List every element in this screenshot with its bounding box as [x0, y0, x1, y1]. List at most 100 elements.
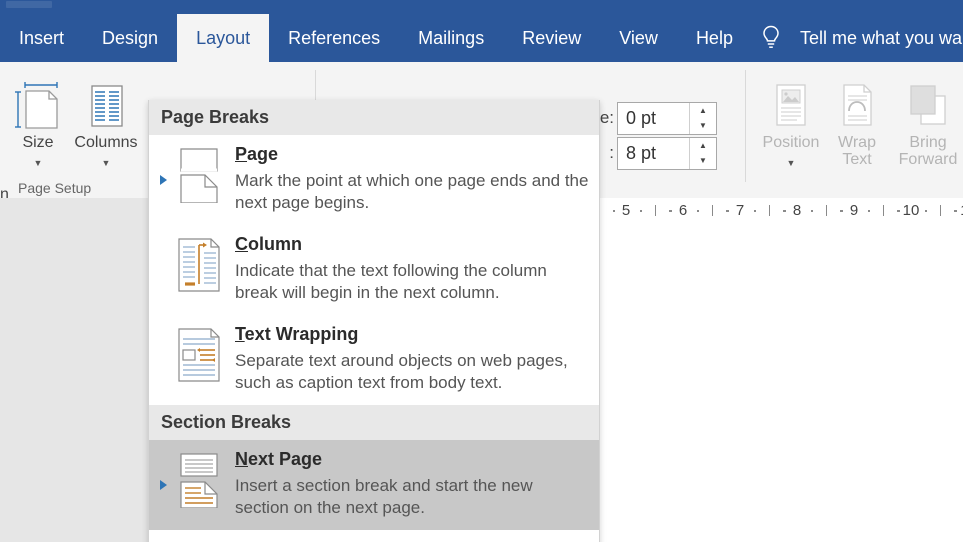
bring-forward-button: Bring Forward: [893, 76, 963, 169]
menu-item-description: Mark the point at which one page ends an…: [235, 170, 589, 213]
page-break-icon: [169, 145, 229, 203]
menu-item-pointer: [157, 480, 169, 491]
spacing-after-spin-buttons[interactable]: ▲ ▼: [689, 138, 716, 169]
tab-review[interactable]: Review: [503, 14, 600, 62]
menu-item-title: Next Page: [235, 449, 323, 470]
ruler-half-tick: [825, 205, 827, 216]
menu-item-body: Column Indicate that the text following t…: [229, 234, 589, 305]
wrap-text-button-label-1: Wrap: [838, 134, 876, 151]
menu-item-next-page[interactable]: Next Page Insert a section break and star…: [149, 440, 599, 531]
tab-help[interactable]: Help: [677, 14, 752, 62]
page-setup-group-label: Page Setup: [18, 180, 92, 196]
tab-label: Insert: [19, 28, 65, 48]
tab-label: References: [288, 28, 381, 48]
tab-insert[interactable]: Insert: [0, 14, 83, 62]
ruler-half-tick: [939, 205, 941, 216]
quick-access-toolbar-partial: [6, 1, 52, 8]
ruler-number: 5: [621, 202, 631, 219]
chevron-down-icon[interactable]: ▼: [6, 158, 70, 168]
menu-item-body: Page Mark the point at which one page end…: [229, 144, 589, 215]
ruler-quarter-tick: [697, 210, 700, 212]
word-window: Insert Design Layout References Mailings…: [0, 0, 963, 542]
breaks-dropdown-menu[interactable]: Page Breaks Page Mark the point at which …: [148, 100, 600, 542]
ruler-half-tick: [768, 205, 770, 216]
ruler-half-tick: [711, 205, 713, 216]
menu-item-text-wrapping[interactable]: Text Wrapping Separate text around object…: [149, 315, 599, 405]
ruler-quarter-tick: [898, 210, 900, 212]
document-area-left: [0, 198, 148, 542]
columns-button-label: Columns: [74, 134, 138, 151]
ruler-number: 9: [849, 202, 859, 219]
spin-down-icon[interactable]: ▼: [690, 154, 716, 170]
wrap-text-button: Wrap Text: [825, 76, 889, 169]
column-break-icon: [169, 235, 229, 293]
ruler-half-tick: [882, 205, 884, 216]
group-separator: [745, 70, 746, 182]
ruler-quarter-tick: [670, 210, 672, 212]
ruler-half-tick: [654, 205, 656, 216]
bring-forward-icon: [893, 76, 963, 132]
ruler-quarter-tick: [640, 210, 643, 212]
menu-item-description: Indicate that the text following the col…: [235, 260, 547, 303]
menu-item-description: Insert a section break and start the new…: [235, 475, 533, 518]
size-button-label: Size: [22, 134, 54, 151]
wrap-text-icon: [825, 76, 889, 132]
document-page[interactable]: [600, 224, 963, 542]
columns-icon: [74, 76, 138, 132]
menu-item-title: Column: [235, 234, 302, 255]
menu-section-header: Section Breaks: [149, 405, 599, 441]
page-size-icon: [6, 76, 70, 132]
tab-label: Help: [695, 28, 733, 48]
menu-item-page[interactable]: Page Mark the point at which one page end…: [149, 135, 599, 225]
columns-button[interactable]: Columns ▼: [74, 76, 138, 168]
tell-me-label: Tell me what you wa: [800, 27, 963, 48]
tab-label: Review: [522, 28, 582, 48]
spin-down-icon[interactable]: ▼: [690, 119, 716, 135]
position-button: Position ▼: [759, 76, 823, 168]
tab-view[interactable]: View: [600, 14, 677, 62]
tab-references[interactable]: References: [269, 14, 399, 62]
ruler-number: 6: [678, 202, 688, 219]
tell-me-search[interactable]: Tell me what you wa: [760, 14, 962, 62]
spacing-after-stepper[interactable]: 8 pt ▲ ▼: [617, 137, 717, 170]
ruler-quarter-tick: [925, 210, 928, 212]
position-object-icon: [759, 76, 823, 132]
ruler-quarter-tick: [955, 210, 957, 212]
tab-design[interactable]: Design: [83, 14, 177, 62]
position-button-label: Position: [762, 134, 820, 151]
ruler-number: 7: [735, 202, 745, 219]
tab-label: Layout: [196, 28, 251, 48]
menu-item-column[interactable]: Column Indicate that the text following t…: [149, 225, 599, 315]
spacing-after-value[interactable]: 8 pt: [618, 138, 689, 169]
menu-item-body: Next Page Insert a section break and star…: [229, 449, 589, 520]
tab-label: Mailings: [418, 28, 485, 48]
tab-layout[interactable]: Layout: [177, 14, 270, 62]
spacing-before-spin-buttons[interactable]: ▲ ▼: [689, 103, 716, 134]
spacing-before-stepper[interactable]: 0 pt ▲ ▼: [617, 102, 717, 135]
menu-item-title: Page: [235, 144, 279, 164]
chevron-down-icon[interactable]: ▼: [74, 158, 138, 168]
tab-label: Design: [102, 28, 159, 48]
ribbon-tab-bar: Insert Design Layout References Mailings…: [0, 0, 963, 62]
menu-item-title: Text Wrapping: [235, 324, 359, 345]
menu-item-body: Text Wrapping Separate text around object…: [229, 324, 589, 395]
next-page-section-break-icon: [169, 450, 229, 509]
ruler-quarter-tick: [868, 210, 871, 212]
spin-up-icon[interactable]: ▲: [690, 103, 716, 119]
spacing-before-value[interactable]: 0 pt: [618, 103, 689, 134]
text-wrapping-break-icon: [169, 325, 229, 383]
ruler-number: 10: [902, 202, 920, 219]
bring-forward-label-2: Forward: [898, 150, 958, 168]
horizontal-ruler[interactable]: 567891011: [595, 198, 963, 224]
ruler-quarter-tick: [841, 210, 843, 212]
wrap-text-button-label-2: Text: [842, 150, 872, 168]
ruler-quarter-tick: [784, 210, 786, 212]
menu-item-description: Separate text around objects on web page…: [235, 350, 568, 393]
bring-forward-label-1: Bring: [909, 134, 947, 151]
tab-mailings[interactable]: Mailings: [399, 14, 503, 62]
ruler-quarter-tick: [613, 210, 615, 212]
spin-up-icon[interactable]: ▲: [690, 138, 716, 154]
menu-item-pointer: [157, 175, 169, 185]
size-button[interactable]: Size ▼: [6, 76, 70, 168]
ruler-number: 8: [792, 202, 802, 219]
